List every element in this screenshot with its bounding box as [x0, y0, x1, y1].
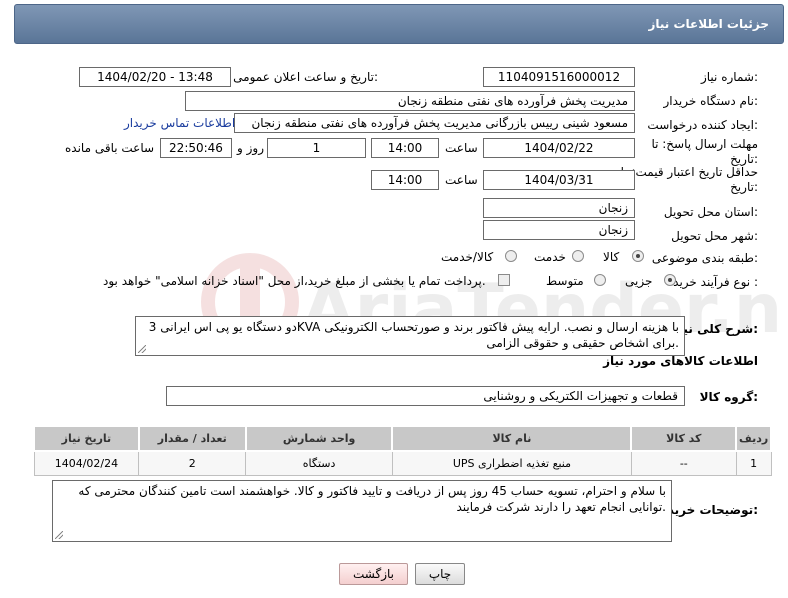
goods-group-label: گروه کالا:: [699, 390, 758, 404]
goods-table: ردیف کد کالا نام کالا واحد شمارش تعداد /…: [33, 425, 772, 476]
col-quantity: تعداد / مقدار: [137, 425, 247, 452]
subject-category-label: طبقه بندی موضوعی:: [651, 251, 758, 265]
cell-quantity: 2: [138, 450, 247, 476]
description-text: دو دستگاه یو پی اس ایرانی 3KVA با هزینه …: [148, 320, 679, 350]
page-title: جزئیات اطلاعات نیاز: [648, 17, 769, 31]
resize-grip-icon[interactable]: [55, 531, 63, 539]
process-option-minor: جزیی: [625, 274, 653, 288]
category-radio-goods[interactable]: [632, 250, 644, 262]
cell-unit: دستگاه: [245, 450, 393, 476]
buyer-org-label: نام دستگاه خریدار:: [663, 94, 759, 108]
cell-need-date: 1404/02/24: [33, 450, 140, 476]
buyer-notes-textarea[interactable]: با سلام و احترام، تسویه حساب 45 روز پس ا…: [52, 480, 672, 542]
process-radio-minor[interactable]: [664, 274, 676, 286]
remaining-label: ساعت باقی مانده: [65, 141, 155, 155]
treasury-payment-note: پرداخت تمام یا بخشی از مبلغ خرید،از محل …: [103, 274, 486, 288]
reply-deadline-label: مهلت ارسال پاسخ: تا تاریخ:: [651, 137, 758, 166]
col-goods-name: نام کالا: [391, 425, 633, 452]
process-option-medium: متوسط: [546, 274, 584, 288]
reply-days-field: 1: [267, 138, 366, 158]
price-validity-label: حداقل تاریخ اعتبار قیمت: تا تاریخ:: [620, 165, 758, 194]
process-radio-medium[interactable]: [594, 274, 606, 286]
col-goods-code: کد کالا: [630, 425, 738, 452]
description-textarea[interactable]: دو دستگاه یو پی اس ایرانی 3KVA با هزینه …: [135, 316, 685, 356]
requester-field: مسعود شینی رییس بازرگانی مدیریت پخش فرآو…: [234, 113, 635, 133]
cell-row-number: 1: [735, 450, 772, 476]
treasury-payment-checkbox[interactable]: [498, 274, 510, 286]
reply-remaining-field: 22:50:46: [160, 138, 232, 158]
announce-datetime-label: تاریخ و ساعت اعلان عمومی:: [233, 70, 378, 84]
col-unit: واحد شمارش: [244, 425, 394, 452]
reply-date-field: 1404/02/22: [483, 138, 635, 158]
goods-info-heading: اطلاعات کالاهای مورد نیاز: [603, 354, 758, 368]
need-number-label: شماره نیاز:: [700, 70, 758, 84]
category-radio-goods-service[interactable]: [505, 250, 517, 262]
category-option-service: خدمت: [534, 250, 566, 264]
buyer-notes-text: با سلام و احترام، تسویه حساب 45 روز پس ا…: [78, 484, 666, 514]
requester-label: ایجاد کننده درخواست:: [647, 118, 758, 132]
reply-time-label: ساعت: [445, 141, 478, 155]
announce-datetime-field: 1404/02/20 - 13:48: [79, 67, 231, 87]
table-row: 1 -- منبع تغذیه اضطراری UPS دستگاه 2 140…: [33, 450, 772, 476]
print-button[interactable]: چاپ: [415, 563, 465, 585]
province-field: زنجان: [483, 198, 635, 218]
category-option-goods: کالا: [603, 250, 620, 264]
category-radio-service[interactable]: [572, 250, 584, 262]
validity-date-field: 1404/03/31: [483, 170, 635, 190]
need-number-field: 1104091516000012: [483, 67, 635, 87]
day-and-label: روز و: [237, 141, 264, 155]
buyer-contact-link[interactable]: اطلاعات تماس خریدار: [124, 116, 235, 130]
process-type-label: نوع فرآیند خرید :: [673, 275, 758, 289]
delivery-city-label: شهر محل تحویل:: [671, 229, 758, 243]
reply-time-field: 14:00: [371, 138, 439, 158]
delivery-province-label: استان محل تحویل:: [663, 205, 758, 219]
cell-goods-code: --: [630, 450, 737, 476]
col-need-date: تاریخ نیاز: [33, 425, 140, 452]
header-bar: جزئیات اطلاعات نیاز: [14, 4, 784, 44]
back-button[interactable]: بازگشت: [339, 563, 408, 585]
col-row-number: ردیف: [735, 425, 772, 452]
resize-grip-icon[interactable]: [138, 345, 146, 353]
category-option-goods-service: کالا/خدمت: [441, 250, 494, 264]
cell-goods-name: منبع تغذیه اضطراری UPS: [391, 450, 632, 476]
validity-time-label: ساعت: [445, 173, 478, 187]
buyer-org-field: مدیریت پخش فرآورده های نفتی منطقه زنجان: [185, 91, 635, 111]
validity-time-field: 14:00: [371, 170, 439, 190]
goods-group-field: قطعات و تجهیزات الکتریکی و روشنایی: [166, 386, 685, 406]
city-field: زنجان: [483, 220, 635, 240]
goods-table-header: ردیف کد کالا نام کالا واحد شمارش تعداد /…: [33, 425, 772, 452]
